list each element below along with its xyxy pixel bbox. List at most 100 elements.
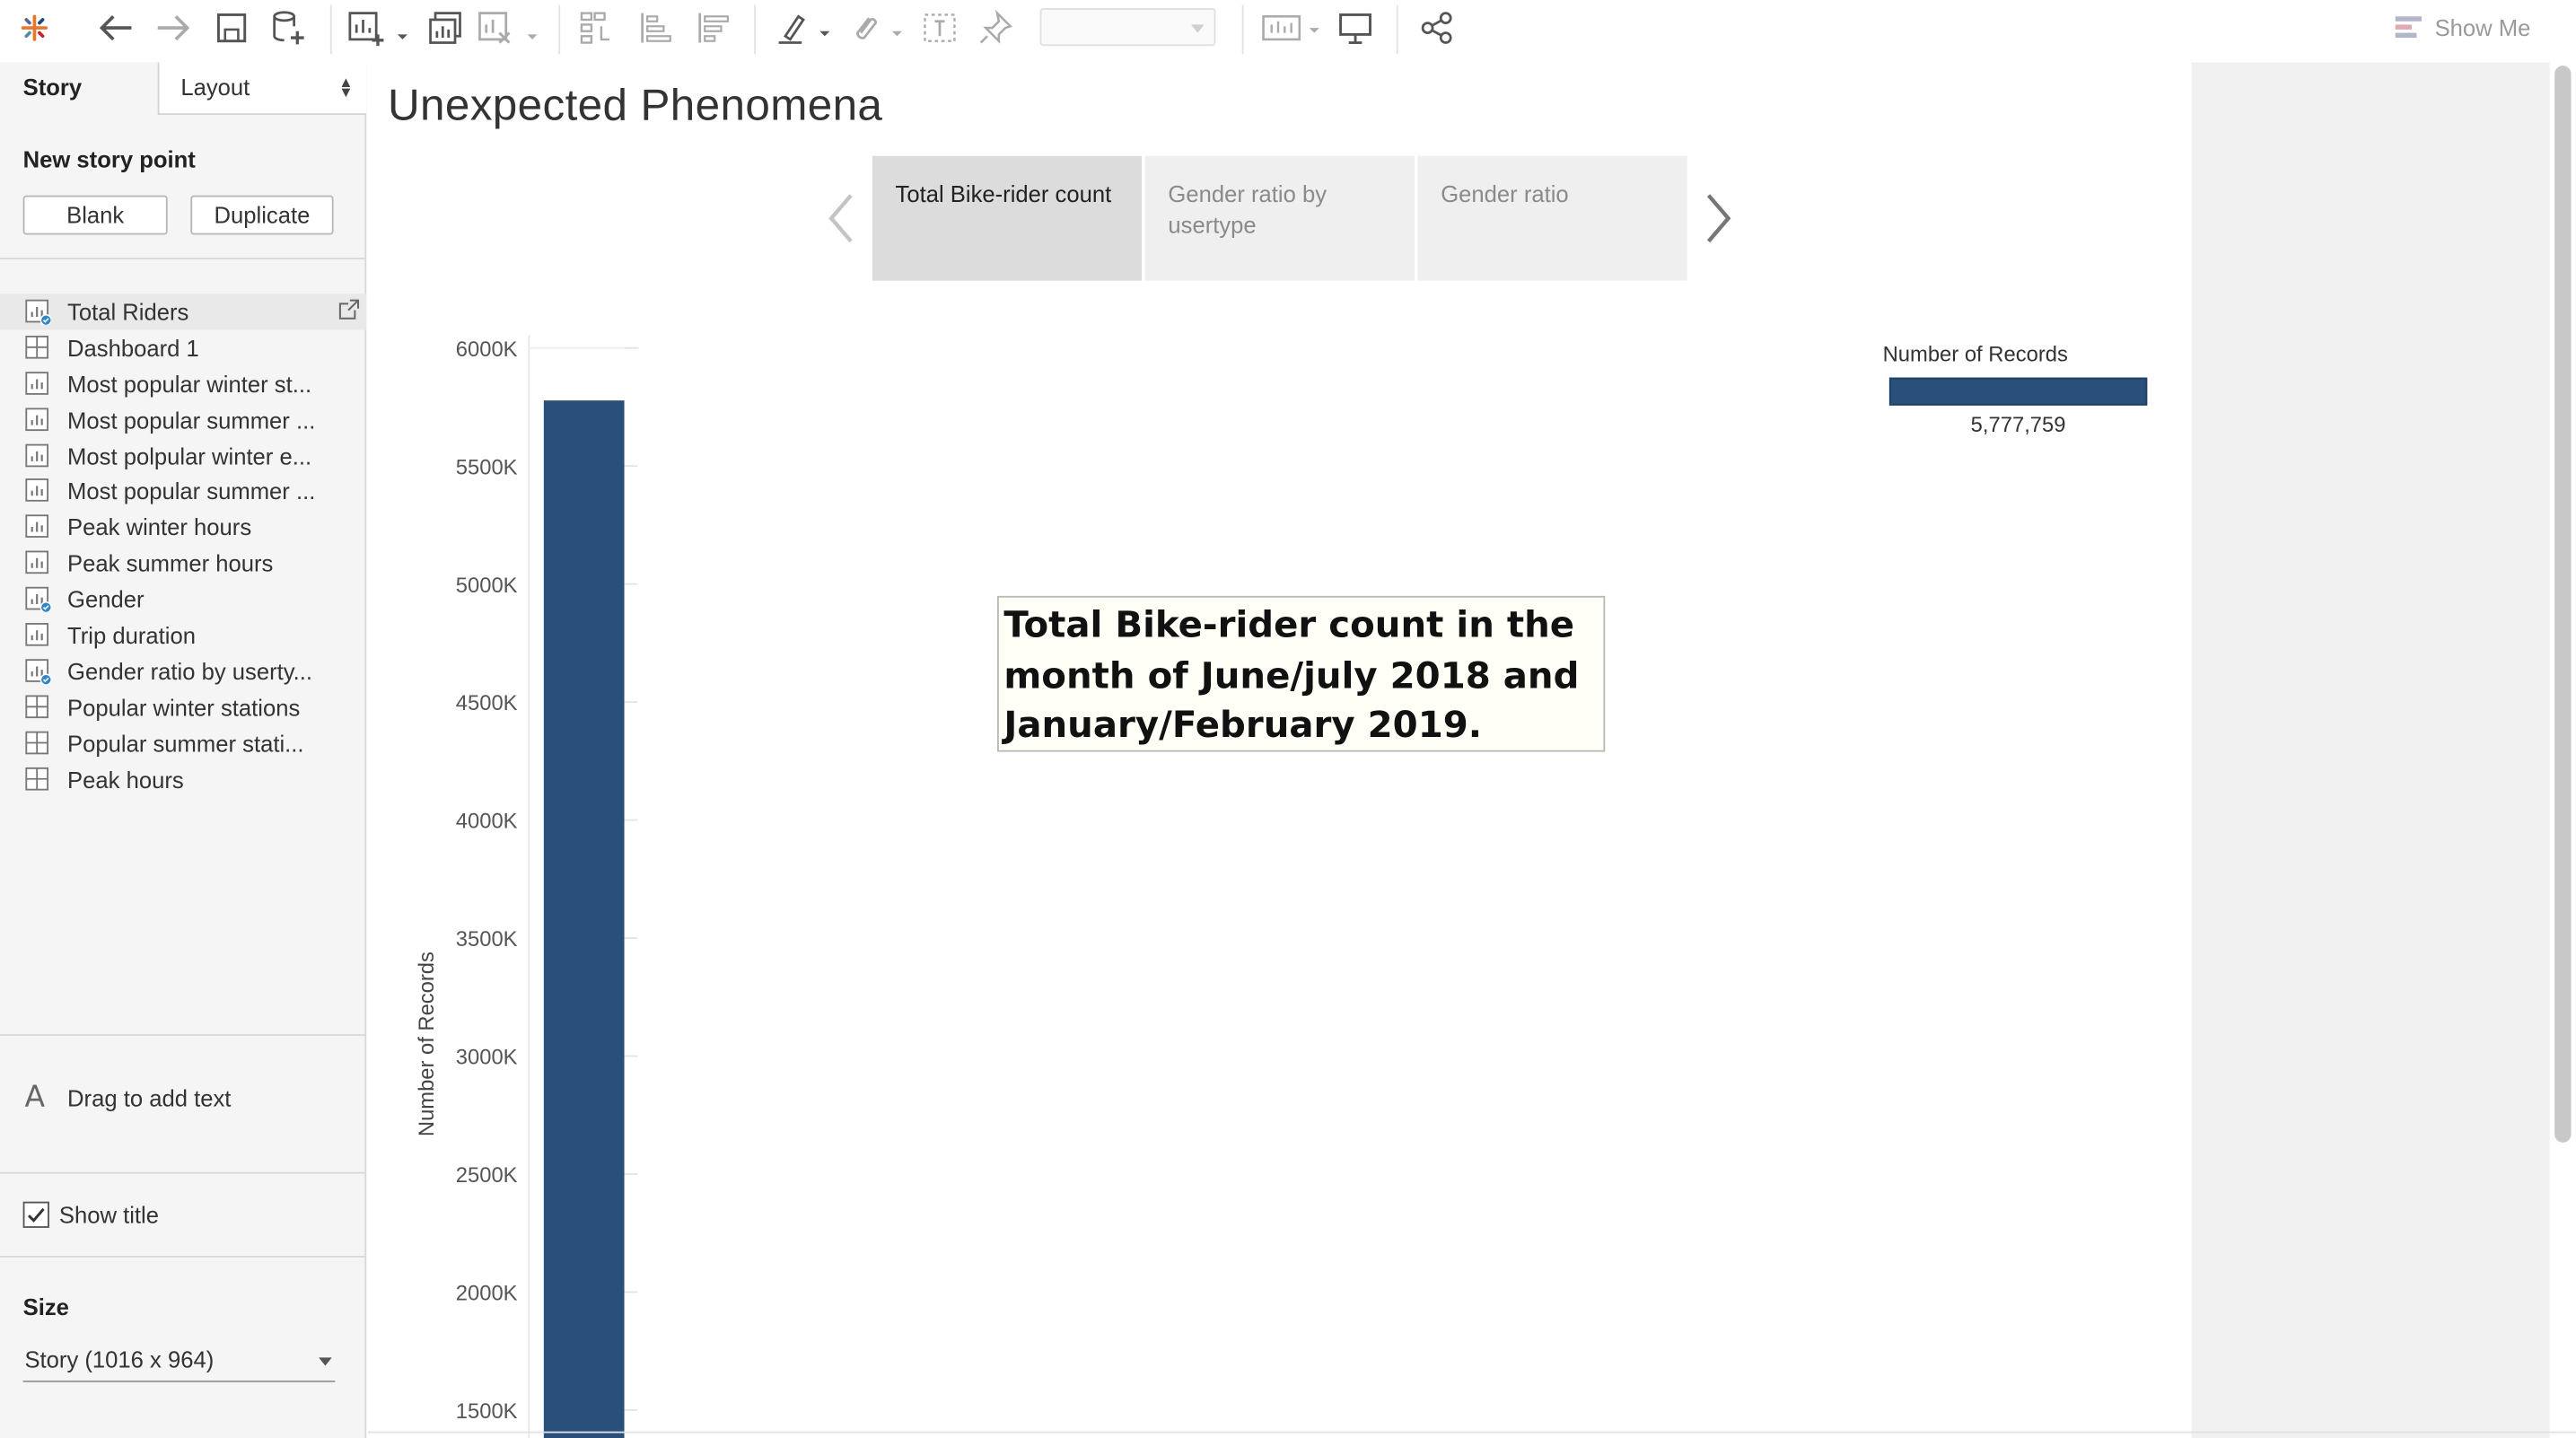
worksheet-icon — [24, 478, 50, 504]
divider — [0, 258, 367, 259]
sheet-item-label: Most popular summer ... — [67, 478, 316, 505]
sheet-item[interactable]: Most popular summer ... — [0, 474, 366, 510]
pin-icon[interactable] — [974, 6, 1017, 49]
worksheet-icon — [24, 622, 50, 648]
sheet-item[interactable]: Most popular summer ... — [0, 401, 366, 437]
worksheet-icon — [24, 407, 50, 433]
next-story-point-icon[interactable] — [1702, 192, 1735, 253]
pane-tabs: Story Layout ▲ ▼ — [0, 62, 367, 116]
story-point-gender-ratio[interactable]: Gender ratio — [1417, 155, 1687, 281]
new-datasource-icon[interactable] — [267, 6, 310, 49]
worksheet-icon — [24, 586, 52, 614]
worksheet-icon — [24, 371, 50, 397]
sheet-item[interactable]: Peak winter hours — [0, 510, 366, 546]
label-icon[interactable] — [918, 6, 961, 49]
new-worksheet-icon[interactable] — [345, 6, 410, 49]
sheet-item[interactable]: Peak summer hours — [0, 546, 366, 582]
save-icon[interactable] — [210, 6, 253, 49]
duplicate-button[interactable]: Duplicate — [190, 195, 334, 235]
sheet-item[interactable]: Dashboard 1 — [0, 329, 366, 365]
sheet-item-label: Gender ratio by userty... — [67, 658, 313, 685]
sheet-item[interactable]: Popular winter stations — [0, 689, 366, 725]
fit-dropdown[interactable] — [1039, 8, 1216, 47]
new-story-point-heading: New story point — [22, 145, 196, 173]
blank-button[interactable]: Blank — [22, 195, 168, 235]
sheet-item-label: Popular summer stati... — [67, 730, 304, 757]
share-icon[interactable] — [1416, 6, 1459, 49]
y-tick-label: 5000K — [456, 574, 518, 598]
sheet-item[interactable]: Gender ratio by userty... — [0, 653, 366, 689]
open-sheet-icon[interactable] — [338, 299, 360, 325]
redo-icon[interactable] — [151, 6, 194, 49]
duplicate-sheet-icon[interactable] — [424, 6, 467, 49]
sheet-item[interactable]: Popular summer stati... — [0, 725, 366, 761]
highlight-icon[interactable] — [772, 6, 837, 49]
dashboard-icon — [24, 766, 50, 792]
legend-color-bar[interactable] — [1888, 377, 2148, 406]
sheet-item-label: Most popular winter st... — [67, 370, 312, 398]
sheet-item-label: Most popular summer ... — [67, 406, 316, 434]
tableau-logo-icon[interactable] — [13, 6, 57, 49]
updown-icon: ▲ ▼ — [338, 74, 354, 101]
chevron-down-icon — [319, 1357, 332, 1366]
story-point-total-bike-rider-count[interactable]: Total Bike-rider count — [872, 155, 1143, 281]
sheet-item[interactable]: Peak hours — [0, 761, 366, 797]
sheet-item[interactable]: Most popular winter st... — [0, 365, 366, 401]
group-icon[interactable] — [845, 6, 910, 49]
story-title[interactable]: Unexpected Phenomena — [388, 81, 882, 132]
worksheet-icon — [24, 299, 52, 327]
story-point-label: Gender ratio by usertype — [1168, 180, 1327, 239]
sort-descending-icon[interactable] — [692, 6, 735, 49]
annotation-textbox[interactable]: Total Bike-rider count in the month of J… — [997, 595, 1606, 752]
presentation-icon[interactable] — [1334, 6, 1377, 49]
undo-icon[interactable] — [95, 6, 138, 49]
drag-to-add-text[interactable]: A Drag to add text — [0, 1064, 366, 1155]
sheet-item[interactable]: Gender — [0, 582, 366, 618]
y-axis-title: Number of Records — [415, 951, 439, 1136]
fit-icon[interactable] — [1258, 6, 1324, 49]
scrollbar-thumb[interactable] — [2554, 66, 2572, 1143]
text-object-icon: A — [24, 1080, 46, 1115]
sheet-item[interactable]: Trip duration — [0, 618, 366, 653]
sheet-item[interactable]: Total Riders — [0, 294, 367, 330]
y-tick-label: 5500K — [456, 455, 518, 479]
swap-icon[interactable] — [575, 6, 618, 49]
show-title-toggle[interactable]: Show title — [22, 1201, 159, 1228]
dashboard-icon — [24, 335, 50, 361]
worksheet-icon — [24, 550, 50, 576]
divider — [367, 1431, 2576, 1434]
sheet-item-label: Peak summer hours — [67, 549, 274, 577]
dashboard-icon — [24, 694, 50, 720]
legend-title: Number of Records — [1882, 341, 2068, 366]
bar-chart: 6000K 5500K 5000K 4500K 4000K 3500K 3000K 2500K… — [415, 335, 640, 1438]
sheet-item-label: Gender — [67, 585, 145, 613]
y-tick-label: 2000K — [456, 1282, 518, 1306]
chevron-down-icon — [1191, 24, 1205, 33]
legend-value: 5,777,759 — [1970, 412, 2066, 437]
worksheet-icon — [24, 514, 50, 540]
story-point-label: Total Bike-rider count — [895, 180, 1112, 207]
sheet-list: Total Riders Dashboard 1 Most popular wint… — [0, 294, 367, 797]
tab-story[interactable]: Story — [0, 62, 158, 116]
divider — [0, 1034, 367, 1036]
show-me-label: Show Me — [2434, 14, 2531, 41]
sheet-item[interactable]: Most polpular winter e... — [0, 437, 366, 473]
worksheet-icon — [24, 443, 50, 469]
previous-story-point-icon[interactable] — [825, 192, 858, 253]
tab-layout[interactable]: Layout ▲ ▼ — [157, 62, 367, 116]
y-tick-label: 6000K — [456, 338, 518, 362]
clear-sheet-icon[interactable] — [477, 6, 542, 49]
dashboard-icon — [24, 730, 50, 756]
show-me-button[interactable]: Show Me — [2395, 13, 2531, 43]
size-value: Story (1016 x 964) — [24, 1346, 215, 1372]
y-tick-label: 4000K — [456, 810, 518, 834]
sheet-item-label: Peak hours — [67, 766, 184, 793]
size-dropdown[interactable]: Story (1016 x 964) — [22, 1346, 336, 1382]
size-heading: Size — [22, 1293, 69, 1320]
sort-ascending-icon[interactable] — [635, 6, 678, 49]
story-point-gender-ratio-by-usertype[interactable]: Gender ratio by usertype — [1144, 155, 1415, 281]
divider — [0, 1256, 367, 1258]
bar[interactable] — [543, 400, 625, 1438]
worksheet-icon — [24, 658, 52, 686]
show-title-checkbox[interactable] — [22, 1201, 49, 1228]
